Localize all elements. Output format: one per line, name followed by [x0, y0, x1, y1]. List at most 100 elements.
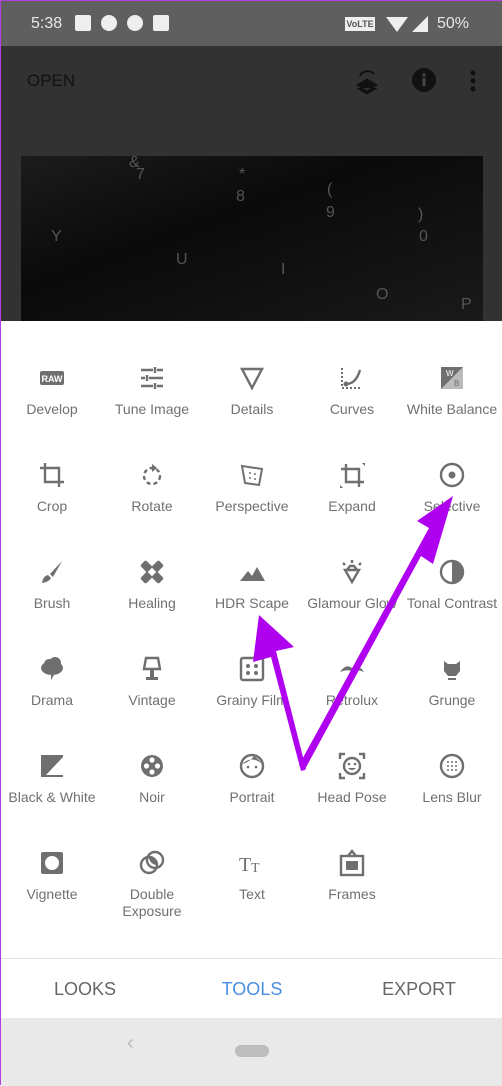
- info-icon[interactable]: [411, 67, 437, 93]
- tool-selective[interactable]: Selective: [402, 461, 502, 515]
- keyboard-key-legend: I: [281, 261, 286, 278]
- check-icon: [153, 15, 169, 31]
- tool-hdr[interactable]: HDR Scape: [202, 558, 302, 612]
- tool-noir[interactable]: Noir: [102, 752, 202, 806]
- tool-label: Perspective: [215, 498, 289, 514]
- sync-icon: [101, 15, 117, 31]
- tool-expand[interactable]: Expand: [302, 461, 402, 515]
- keyboard-key-legend: P: [461, 296, 472, 313]
- tab-tools[interactable]: TOOLS: [192, 979, 312, 1000]
- tool-label: Crop: [36, 498, 68, 514]
- volte-icon: VoLTE: [345, 17, 375, 31]
- tool-label: Glamour Glow: [307, 595, 397, 611]
- keyboard-key-legend: Y: [51, 228, 62, 245]
- keyboard-key-legend: ): [418, 206, 424, 223]
- retrolux-icon: [302, 655, 402, 683]
- curves-icon: [302, 364, 402, 392]
- home-pill[interactable]: [235, 1045, 269, 1057]
- wb-icon: WB: [402, 364, 502, 392]
- tool-label: Expand: [328, 498, 376, 514]
- tool-crop[interactable]: Crop: [2, 461, 102, 515]
- noir-icon: [102, 752, 202, 780]
- tool-label: Drama: [30, 692, 73, 708]
- tool-label: Vignette: [26, 886, 78, 902]
- tool-grainy[interactable]: Grainy Film: [202, 655, 302, 709]
- drama-icon: [2, 655, 102, 683]
- tool-vignette[interactable]: Vignette: [2, 849, 102, 903]
- tab-export[interactable]: EXPORT: [359, 979, 479, 1000]
- battery-level: 50%: [436, 15, 469, 32]
- tool-headpose[interactable]: Head Pose: [302, 752, 402, 806]
- tool-healing[interactable]: Healing: [102, 558, 202, 612]
- tools-sheet: RAW Develop Tune Image Details Curves W B White…: [1, 321, 502, 959]
- tool-glamour[interactable]: Glamour Glow: [302, 558, 402, 612]
- wifi-icon: [386, 17, 408, 32]
- tool-label: Head Pose: [317, 789, 387, 805]
- tool-label: White Balance: [406, 401, 498, 417]
- tool-label: Tune Image: [114, 401, 190, 417]
- tool-label: Grunge: [428, 692, 476, 708]
- selective-icon: [402, 461, 502, 489]
- double-icon: [102, 849, 202, 877]
- healing-icon: [102, 558, 202, 586]
- tool-grunge[interactable]: Grunge: [402, 655, 502, 709]
- tool-frames[interactable]: Frames: [302, 849, 402, 903]
- tool-wb[interactable]: W B White Balance: [402, 364, 502, 418]
- text-icon: TT: [202, 849, 302, 877]
- svg-text:RAW: RAW: [42, 374, 64, 384]
- tool-drama[interactable]: Drama: [2, 655, 102, 709]
- tool-curves[interactable]: Curves: [302, 364, 402, 418]
- tool-label: HDR Scape: [215, 595, 289, 611]
- keyboard-key-legend: 8: [236, 188, 245, 205]
- tool-label: Frames: [328, 886, 376, 902]
- tool-label: Vintage: [128, 692, 176, 708]
- notification-icons: [75, 15, 169, 31]
- bw-icon: [2, 752, 102, 780]
- gallery-icon: [75, 15, 91, 31]
- keyboard-key-legend: (: [327, 181, 333, 198]
- tonal-icon: [402, 558, 502, 586]
- tool-raw[interactable]: RAW Develop: [2, 364, 102, 418]
- bottom-tabs: LOOKS TOOLS EXPORT: [1, 958, 502, 1018]
- brush-icon: [2, 558, 102, 586]
- keyboard-key-legend: 7: [136, 166, 145, 183]
- open-button[interactable]: OPEN: [27, 71, 75, 91]
- tool-vintage[interactable]: Vintage: [102, 655, 202, 709]
- grainy-icon: [202, 655, 302, 683]
- more-vert-icon[interactable]: [469, 69, 477, 93]
- raw-icon: RAW: [2, 364, 102, 392]
- svg-text:W: W: [446, 369, 454, 378]
- tool-label: Tonal Contrast: [406, 595, 498, 611]
- photo-preview: & 7 * 8(9) 0 Y U I O P: [21, 156, 483, 321]
- keyboard-key-legend: 0: [419, 228, 428, 245]
- expand-icon: [302, 461, 402, 489]
- tool-label: Brush: [33, 595, 71, 611]
- tool-portrait[interactable]: Portrait: [202, 752, 302, 806]
- tool-label: Double Exposure: [122, 886, 182, 919]
- tool-details[interactable]: Details: [202, 364, 302, 418]
- tool-label: Details: [230, 401, 274, 417]
- status-time: 5:38: [31, 15, 63, 32]
- tool-label: Grainy Film: [216, 692, 288, 708]
- svg-text:T: T: [251, 861, 260, 876]
- tool-retrolux[interactable]: Retrolux: [302, 655, 402, 709]
- tool-tonal[interactable]: Tonal Contrast: [402, 558, 502, 612]
- layers-undo-icon[interactable]: [355, 67, 379, 95]
- tool-rotate[interactable]: Rotate: [102, 461, 202, 515]
- vignette-icon: [2, 849, 102, 877]
- tool-bw[interactable]: Black & White: [2, 752, 102, 806]
- tool-lensblur[interactable]: Lens Blur: [402, 752, 502, 806]
- tab-looks[interactable]: LOOKS: [25, 979, 145, 1000]
- tool-label: Black & White: [8, 789, 96, 805]
- grunge-icon: [402, 655, 502, 683]
- tool-perspective[interactable]: Perspective: [202, 461, 302, 515]
- tool-text[interactable]: T T Text: [202, 849, 302, 903]
- back-icon[interactable]: ‹: [127, 1032, 134, 1055]
- tool-brush[interactable]: Brush: [2, 558, 102, 612]
- tool-double[interactable]: Double Exposure: [102, 849, 202, 920]
- tool-tune[interactable]: Tune Image: [102, 364, 202, 418]
- tool-label: Lens Blur: [422, 789, 482, 805]
- keyboard-key-legend: O: [376, 286, 389, 303]
- firefox-icon: [127, 15, 143, 31]
- frames-icon: [302, 849, 402, 877]
